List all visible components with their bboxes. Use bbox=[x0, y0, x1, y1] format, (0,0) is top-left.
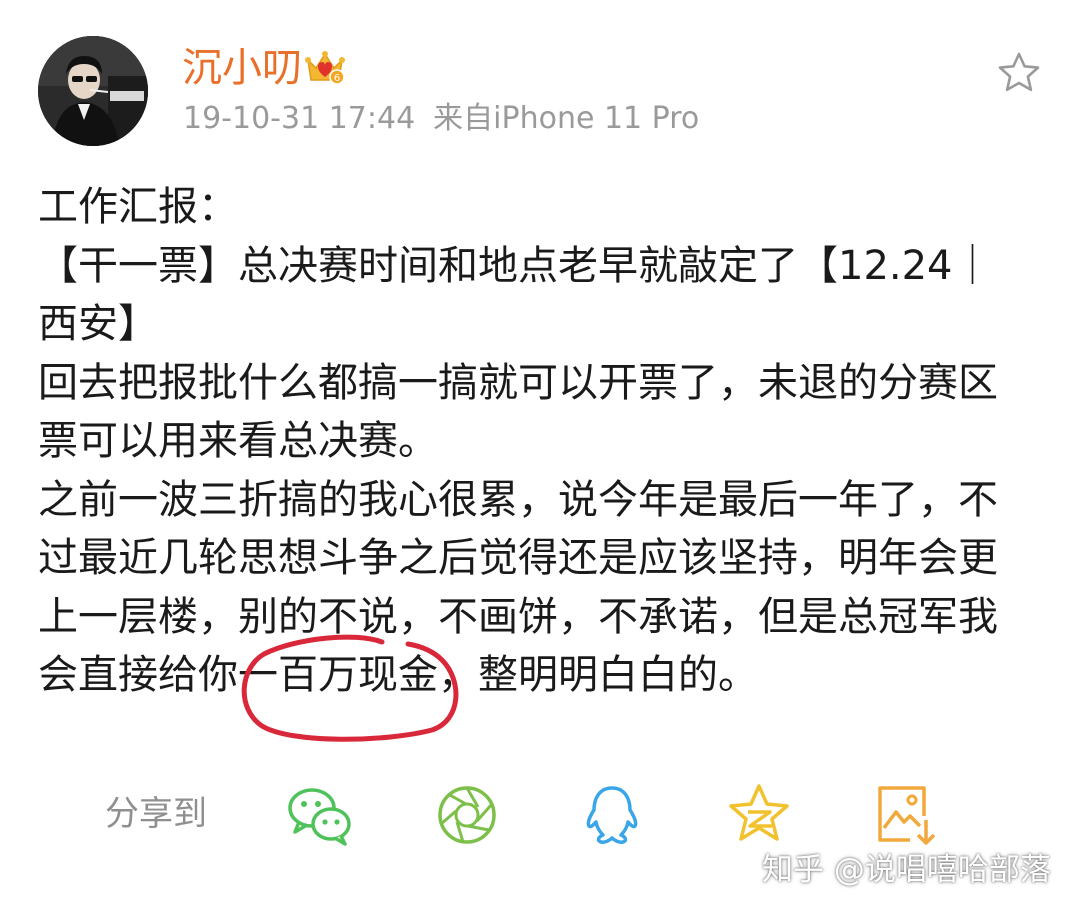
watermark: 知乎 @说唱嘻哈部落 bbox=[762, 852, 1051, 888]
post-line: 票可以用来看总决赛。 bbox=[38, 418, 438, 464]
favorite-star-icon[interactable] bbox=[996, 50, 1042, 96]
post-line: 西安】 bbox=[38, 301, 158, 347]
avatar-photo bbox=[38, 36, 148, 146]
share-label: 分享到 bbox=[105, 794, 207, 834]
svg-text:6: 6 bbox=[334, 73, 340, 84]
vip-crown-icon: 6 bbox=[305, 51, 345, 85]
avatar[interactable] bbox=[38, 36, 148, 146]
post-line: 过最近几轮思想斗争之后觉得还是应该坚持，明年会更 bbox=[38, 535, 998, 581]
save-image-icon[interactable] bbox=[870, 782, 940, 848]
post-meta: 19-10-31 17:44 来自iPhone 11 Pro bbox=[183, 100, 717, 138]
post-body: 工作汇报： 【干一票】总决赛时间和地点老早就敲定了【12.24｜ 西安】 回去把… bbox=[38, 178, 1048, 705]
post-line: 回去把报批什么都搞一搞就可以开票了，未退的分赛区 bbox=[38, 359, 998, 406]
qzone-icon[interactable] bbox=[724, 782, 794, 848]
post-line: 会直接给你一百万现金，整明明白白的。 bbox=[38, 652, 758, 698]
moments-icon[interactable] bbox=[432, 782, 502, 848]
qq-icon[interactable] bbox=[577, 782, 647, 848]
post-line: 【干一票】总决赛时间和地点老早就敲定了【12.24｜ bbox=[38, 242, 993, 289]
post-line: 上一层楼，别的不说，不画饼，不承诺，但是总冠军我 bbox=[38, 593, 998, 640]
post-line: 之前一波三折搞的我心很累，说今年是最后一年了，不 bbox=[38, 476, 998, 523]
wechat-icon[interactable] bbox=[285, 782, 355, 848]
post-source: 来自iPhone 11 Pro bbox=[433, 101, 700, 136]
username[interactable]: 沉小叨 bbox=[182, 44, 302, 92]
post-line: 工作汇报： bbox=[38, 184, 238, 230]
post-timestamp: 19-10-31 17:44 bbox=[183, 101, 416, 136]
